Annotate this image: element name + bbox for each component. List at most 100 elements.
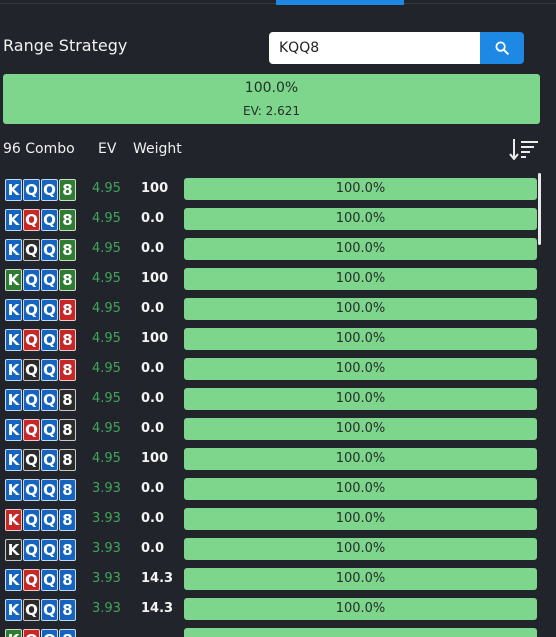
card: Q <box>23 569 40 591</box>
sort-button[interactable] <box>508 137 540 163</box>
strategy-bar <box>184 628 537 637</box>
panel-title: Range Strategy <box>3 36 128 55</box>
strategy-bar: 100.0% <box>184 298 537 320</box>
search-input[interactable] <box>269 32 480 64</box>
combo-row[interactable]: K Q Q 8 4.95 0.0 100.0% <box>0 205 546 231</box>
combo-weight: 14.3 <box>141 601 174 616</box>
card: Q <box>41 419 58 441</box>
card: Q <box>23 509 40 531</box>
strategy-bar: 100.0% <box>184 568 537 590</box>
scrollbar-thumb[interactable] <box>538 173 541 245</box>
card: Q <box>41 629 58 637</box>
combo-cards: K Q Q 8 <box>5 509 76 531</box>
combo-cards: K Q Q 8 <box>5 419 76 441</box>
combo-weight: 0.0 <box>141 481 165 496</box>
search-button[interactable] <box>480 32 524 64</box>
card: Q <box>41 209 58 231</box>
combo-weight: 100 <box>141 451 169 466</box>
card: 8 <box>59 269 76 291</box>
combo-ev: 4.95 <box>92 211 121 226</box>
combo-ev: 4.95 <box>92 391 121 406</box>
combo-cards: K Q Q 8 <box>5 389 76 411</box>
combo-row[interactable]: K Q Q 8 4.95 0.0 100.0% <box>0 415 546 441</box>
combo-cards: K Q Q 8 <box>5 599 76 621</box>
summary-bar: 100.0% EV: 2.621 <box>3 74 540 124</box>
combo-weight: 0.0 <box>141 301 165 316</box>
card: Q <box>23 359 40 381</box>
card: 8 <box>59 479 76 501</box>
combo-row[interactable]: K Q Q 8 4.95 0.0 100.0% <box>0 385 546 411</box>
card: 8 <box>59 569 76 591</box>
card: Q <box>23 599 40 621</box>
combo-weight: 0.0 <box>141 421 165 436</box>
combo-weight: 0.0 <box>141 361 165 376</box>
combo-ev: 4.95 <box>92 451 121 466</box>
combo-row[interactable]: K Q Q 8 4.95 0.0 100.0% <box>0 355 546 381</box>
combo-row[interactable]: K Q Q 8 3.93 14.3 100.0% <box>0 565 546 591</box>
sort-descending-icon <box>509 139 538 160</box>
card: K <box>5 539 22 561</box>
combo-row[interactable]: K Q Q 8 4.95 100 100.0% <box>0 175 546 201</box>
card: K <box>5 179 22 201</box>
combo-weight: 0.0 <box>141 391 165 406</box>
card: Q <box>41 239 58 261</box>
strategy-bar: 100.0% <box>184 448 537 470</box>
card: Q <box>41 179 58 201</box>
combo-row[interactable]: K Q Q 8 <box>0 625 546 637</box>
combo-row[interactable]: K Q Q 8 4.95 100 100.0% <box>0 325 546 351</box>
combo-cards: K Q Q 8 <box>5 179 76 201</box>
card: Q <box>41 479 58 501</box>
weight-column-header[interactable]: Weight <box>133 141 182 157</box>
card: 8 <box>59 329 76 351</box>
strategy-bar: 100.0% <box>184 238 537 260</box>
strategy-bar: 100.0% <box>184 508 537 530</box>
combo-row[interactable]: K Q Q 8 4.95 0.0 100.0% <box>0 295 546 321</box>
combo-row[interactable]: K Q Q 8 4.95 100 100.0% <box>0 445 546 471</box>
card: 8 <box>59 299 76 321</box>
combo-ev: 4.95 <box>92 181 121 196</box>
combo-cards: K Q Q 8 <box>5 209 76 231</box>
strategy-bar: 100.0% <box>184 418 537 440</box>
card: 8 <box>59 209 76 231</box>
combo-row[interactable]: K Q Q 8 3.93 0.0 100.0% <box>0 505 546 531</box>
strategy-bar: 100.0% <box>184 178 537 200</box>
combo-row[interactable]: K Q Q 8 3.93 0.0 100.0% <box>0 535 546 561</box>
combo-weight: 0.0 <box>141 211 165 226</box>
card: 8 <box>59 629 76 637</box>
card: K <box>5 629 22 637</box>
combo-weight: 100 <box>141 331 169 346</box>
combo-ev: 3.93 <box>92 511 121 526</box>
card: K <box>5 389 22 411</box>
card: K <box>5 509 22 531</box>
combo-cards: K Q Q 8 <box>5 629 76 637</box>
card: Q <box>41 329 58 351</box>
combo-cards: K Q Q 8 <box>5 359 76 381</box>
card: K <box>5 329 22 351</box>
strategy-bar: 100.0% <box>184 478 537 500</box>
card: K <box>5 359 22 381</box>
combo-weight: 0.0 <box>141 241 165 256</box>
combo-ev: 4.95 <box>92 271 121 286</box>
combo-cards: K Q Q 8 <box>5 329 76 351</box>
combo-weight: 100 <box>141 181 169 196</box>
combo-row[interactable]: K Q Q 8 3.93 14.3 100.0% <box>0 595 546 621</box>
card: 8 <box>59 509 76 531</box>
strategy-bar: 100.0% <box>184 358 537 380</box>
combo-row[interactable]: K Q Q 8 4.95 100 100.0% <box>0 265 546 291</box>
card: Q <box>23 539 40 561</box>
combo-cards: K Q Q 8 <box>5 239 76 261</box>
strategy-bar: 100.0% <box>184 268 537 290</box>
card: 8 <box>59 179 76 201</box>
card: Q <box>41 269 58 291</box>
card: K <box>5 569 22 591</box>
strategy-bar: 100.0% <box>184 538 537 560</box>
combo-row[interactable]: K Q Q 8 4.95 0.0 100.0% <box>0 235 546 261</box>
combo-list[interactable]: K Q Q 8 4.95 100 100.0% K Q Q 8 4.95 0.0… <box>0 175 556 637</box>
card: 8 <box>59 359 76 381</box>
strategy-bar: 100.0% <box>184 328 537 350</box>
summary-ev: EV: 2.621 <box>242 104 301 118</box>
combo-cards: K Q Q 8 <box>5 479 76 501</box>
ev-column-header[interactable]: EV <box>98 141 116 157</box>
card: K <box>5 449 22 471</box>
combo-row[interactable]: K Q Q 8 3.93 0.0 100.0% <box>0 475 546 501</box>
